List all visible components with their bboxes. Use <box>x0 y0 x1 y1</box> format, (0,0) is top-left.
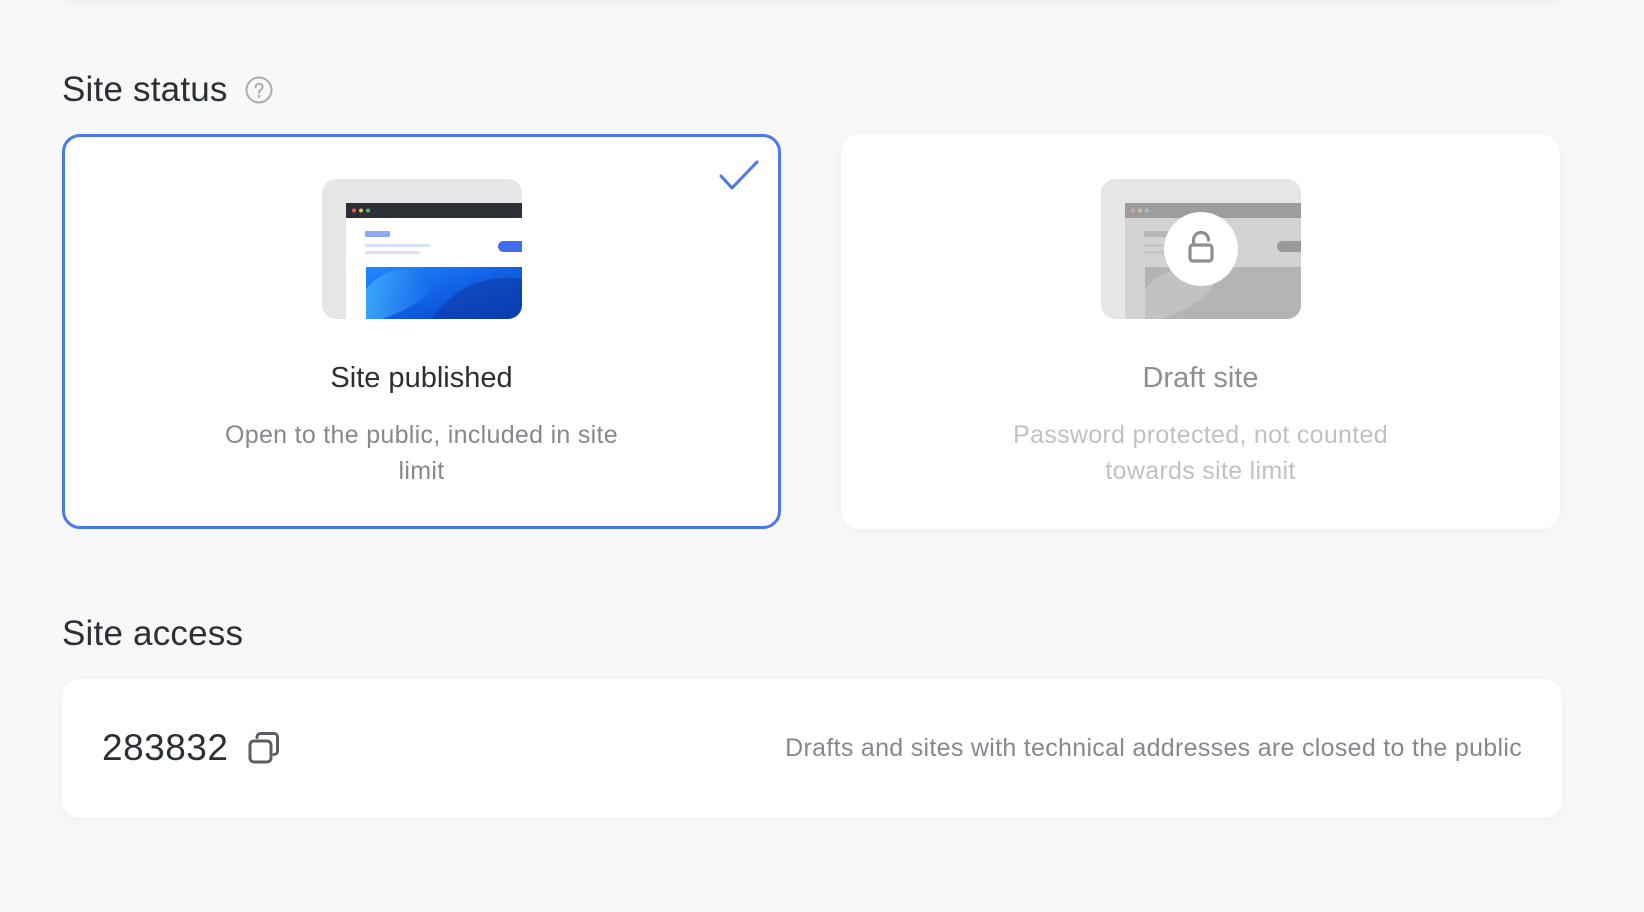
settings-page: Site status Site published Open to the p… <box>0 0 1644 912</box>
option-title: Site published <box>330 362 513 394</box>
check-icon <box>719 160 759 190</box>
draft-site-option[interactable]: Draft site Password protected, not count… <box>841 134 1560 529</box>
site-published-option[interactable]: Site published Open to the public, inclu… <box>62 134 781 529</box>
site-access-heading: Site access <box>62 614 244 653</box>
published-site-preview <box>321 179 522 319</box>
option-description: Password protected, not counted towards … <box>1013 421 1388 485</box>
site-status-heading: Site status <box>62 70 228 109</box>
draft-site-preview <box>1100 179 1301 319</box>
access-note: Drafts and sites with technical addresse… <box>785 734 1522 762</box>
option-title: Draft site <box>1142 362 1259 394</box>
option-description: Open to the public, included in site lim… <box>225 421 618 485</box>
copy-icon[interactable] <box>247 731 281 765</box>
site-access-card: 283832 Drafts and sites with technical a… <box>62 679 1562 818</box>
access-code: 283832 <box>102 727 229 768</box>
question-circle-icon[interactable] <box>245 76 273 104</box>
